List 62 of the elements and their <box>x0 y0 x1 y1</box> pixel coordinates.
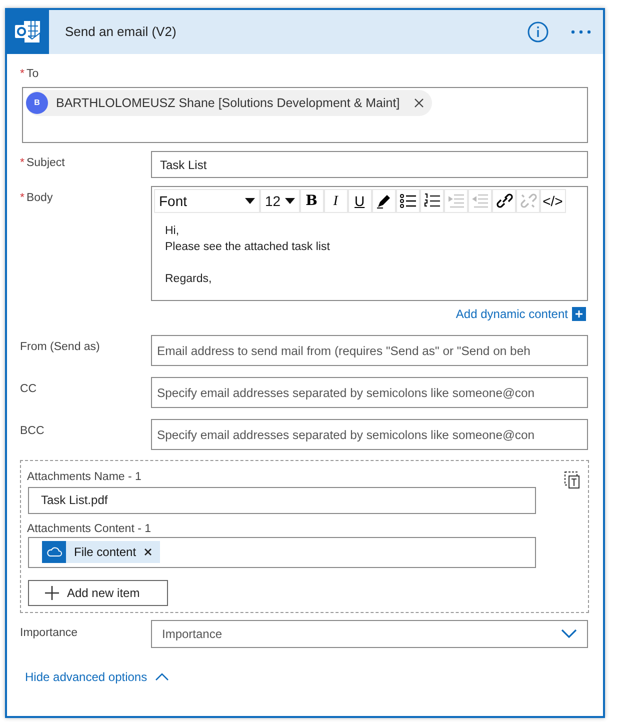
mail-app-icon <box>14 19 42 45</box>
link-button[interactable] <box>492 189 516 214</box>
text-field[interactable]: Email address to send mail from (requires "Send as" or "Send on beh <box>151 335 588 366</box>
caret-icon <box>284 198 295 204</box>
body-editor[interactable]: Font 12 B I U </> Hi, Please see the attached task list Regards, <box>151 186 588 302</box>
body-text-line: Hi, <box>165 224 180 240</box>
field-label: From (Send as) <box>20 341 100 354</box>
indent-icon <box>446 192 465 210</box>
size-select[interactable]: 12 <box>260 189 300 214</box>
subject-field[interactable]: Task List <box>151 151 588 178</box>
code-view-button[interactable]: </> <box>540 189 566 214</box>
plus-icon <box>45 586 59 600</box>
field-label: To <box>26 68 39 80</box>
attachment-name-label: Attachments Name - 1 <box>27 470 142 486</box>
text-field[interactable]: Specify email addresses separated by semicolons like someone@con <box>151 419 588 450</box>
attachment-content-field[interactable]: File content <box>28 536 536 568</box>
field-label: Body <box>26 192 53 204</box>
text-field[interactable]: Specify email addresses separated by semicolons like someone@con <box>151 377 588 408</box>
avatar: B <box>26 92 48 114</box>
required-mark: * <box>20 157 24 170</box>
required-mark: * <box>20 192 24 204</box>
field-label: BCC <box>20 425 44 438</box>
link-icon <box>494 192 513 210</box>
pen-button[interactable] <box>372 189 396 214</box>
body-text-line: Please see the attached task list <box>165 240 331 256</box>
bulleted-list-button[interactable] <box>396 189 420 214</box>
add-new-item-button[interactable]: Add new item <box>28 580 168 606</box>
body-text-line: Regards, <box>165 272 213 288</box>
attachment-name-field[interactable]: Task List.pdf <box>28 486 536 514</box>
pen-icon <box>374 192 393 210</box>
hide-advanced-options-link[interactable]: Hide advanced options <box>25 668 170 686</box>
token-label: File content <box>74 544 136 561</box>
required-mark: * <box>20 68 24 80</box>
field-label: CC <box>20 383 37 396</box>
chevron-down-icon <box>561 629 577 638</box>
dynamic-token[interactable]: File content <box>42 541 160 563</box>
recipient-chip[interactable]: B BARTHLOLOMEUSZ Shane [Solutions Development & Maint] <box>26 90 432 116</box>
to-field[interactable]: B BARTHLOLOMEUSZ Shane [Solutions Development & Maint] <box>22 87 588 144</box>
action-title: Send an email (V2) <box>65 23 178 42</box>
paste-text-icon[interactable] <box>564 471 580 490</box>
chevron-up-icon <box>155 672 170 680</box>
close-icon[interactable] <box>414 98 424 108</box>
info-icon[interactable] <box>527 21 549 43</box>
unlink-icon <box>518 192 537 210</box>
bulleted-list-icon <box>398 192 417 210</box>
underline-button[interactable]: U <box>348 189 372 214</box>
cloud-icon <box>46 547 62 557</box>
add-dynamic-content-link[interactable]: Add dynamic content <box>456 305 568 324</box>
field-label: Importance <box>20 626 78 638</box>
importance-dropdown[interactable]: Importance <box>151 620 588 648</box>
recipient-name: BARTHLOLOMEUSZ Shane [Solutions Development & Maint] <box>56 94 400 112</box>
italic-button[interactable]: I <box>324 189 348 214</box>
more-icon[interactable] <box>571 30 591 34</box>
outdent-icon <box>470 192 489 210</box>
font-select[interactable]: Font <box>154 189 260 214</box>
caret-icon <box>245 198 255 204</box>
bold-button[interactable]: B <box>300 189 324 214</box>
close-icon[interactable] <box>144 548 152 556</box>
attachment-content-label: Attachments Content - 1 <box>27 522 152 536</box>
numbered-list-button[interactable] <box>420 189 444 214</box>
plus-icon[interactable] <box>572 307 586 322</box>
field-label: Subject <box>26 157 65 170</box>
